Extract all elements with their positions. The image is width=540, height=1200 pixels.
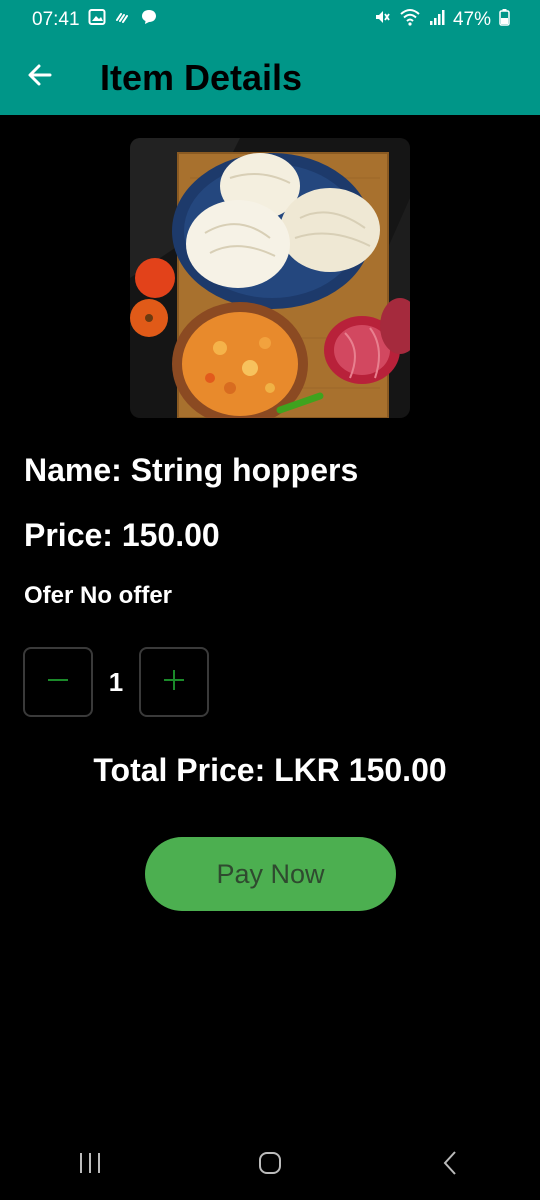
arrow-left-icon bbox=[26, 61, 54, 94]
back-nav-icon bbox=[440, 1150, 460, 1181]
quantity-stepper: 1 bbox=[23, 646, 209, 718]
home-button[interactable] bbox=[240, 1140, 300, 1190]
navigation-bar bbox=[0, 1130, 540, 1200]
item-name: Name: String hoppers bbox=[24, 452, 359, 488]
wifi-icon bbox=[399, 8, 421, 32]
status-right: 47% bbox=[373, 8, 510, 32]
signal-icon bbox=[429, 8, 445, 32]
minus-icon bbox=[46, 668, 70, 697]
plus-icon bbox=[162, 668, 186, 697]
decrement-button[interactable] bbox=[23, 647, 93, 717]
item-offer: Ofer No offer bbox=[24, 582, 173, 609]
mute-icon bbox=[373, 8, 391, 32]
home-icon bbox=[257, 1150, 283, 1181]
back-button[interactable] bbox=[20, 58, 60, 98]
message-icon bbox=[140, 8, 158, 32]
product-image bbox=[130, 138, 410, 418]
quantity-value: 1 bbox=[108, 666, 124, 697]
page-title: Item Details bbox=[100, 56, 303, 98]
item-price: Price: 150.00 bbox=[24, 517, 220, 553]
app-bar: Item Details bbox=[0, 40, 540, 115]
recents-button[interactable] bbox=[60, 1140, 120, 1190]
status-time: 07:41 bbox=[32, 9, 80, 30]
recents-icon bbox=[77, 1151, 103, 1180]
status-bar: 07:41 47% bbox=[0, 0, 540, 40]
total-price: Total Price: LKR 150.00 bbox=[93, 752, 447, 788]
back-nav-button[interactable] bbox=[420, 1140, 480, 1190]
gallery-icon bbox=[88, 8, 106, 32]
battery-percent: 47% bbox=[452, 9, 491, 30]
battery-icon bbox=[499, 8, 510, 32]
pay-now-button[interactable]: Pay Now bbox=[145, 837, 396, 911]
wifi-calling-icon bbox=[114, 8, 132, 32]
status-left: 07:41 bbox=[32, 8, 158, 32]
increment-button[interactable] bbox=[139, 647, 209, 717]
